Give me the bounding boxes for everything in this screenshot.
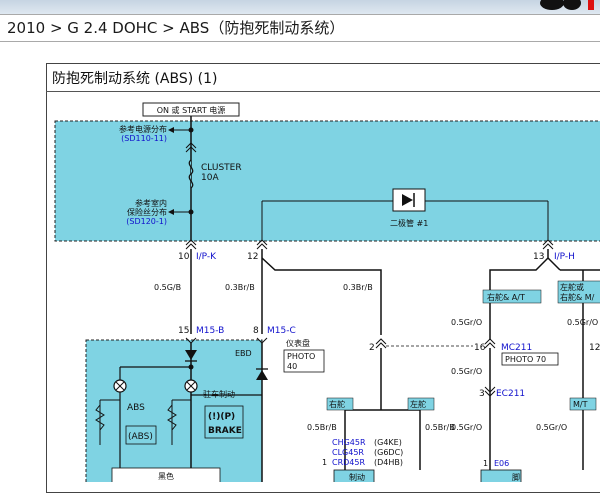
connector-chg45r-sub: (G4KE) xyxy=(374,438,402,447)
pin-10: 10 xyxy=(178,252,190,262)
pin-2: 2 xyxy=(369,343,375,353)
ref-power-1-label: 参考电源分布 xyxy=(119,124,167,134)
connector-ec211: EC211 xyxy=(496,389,525,399)
wire-03brb-label-a: 0.3Br/B xyxy=(225,283,255,292)
wire-05gro-label-a: 0.5Gr/O xyxy=(451,318,482,327)
wiring-diagram: ON 或 START 电源 参考电源分布 (SD110-11) CLUSTER … xyxy=(54,102,600,482)
wire-05gb-label: 0.5G/B xyxy=(154,283,181,292)
brake-switch-label: 制动 xyxy=(349,472,365,482)
connector-m15b: M15-B xyxy=(196,326,224,336)
connector-chg45r: CHG45R xyxy=(332,438,366,447)
ref-power-2b-label: 保险丝分布 xyxy=(127,207,167,217)
pin-1b: 1 xyxy=(483,459,488,468)
connector-icon xyxy=(484,342,496,349)
wire-05gro-label-b: 0.5Gr/O xyxy=(567,318,598,327)
pin-12: 12 xyxy=(247,252,258,262)
wire-05gro-label-c: 0.5Gr/O xyxy=(451,367,482,376)
lhd-mt-label: 左舵或 xyxy=(560,282,584,292)
cluster-fuse-amp: 10A xyxy=(201,173,219,183)
ref-power-1-code: (SD110-11) xyxy=(121,134,167,143)
wire-05brb-label-a: 0.5Br/B xyxy=(307,423,337,432)
pin-13: 13 xyxy=(533,252,544,262)
pin-12b: 12 xyxy=(589,343,600,353)
rhd-label: 右舵 xyxy=(329,399,345,409)
brake-icon-symbol: (!)(P) xyxy=(208,412,235,422)
connector-icon xyxy=(375,342,387,349)
mt-label: M/T xyxy=(573,400,588,409)
connector-clg45r-sub: (G6DC) xyxy=(374,448,403,457)
park-brake-label: 驻车制动 xyxy=(203,389,235,399)
abs-icon-label: (ABS) xyxy=(128,432,153,442)
connector-icon xyxy=(256,243,268,250)
lhd-label: 左舵 xyxy=(410,399,426,409)
lhd-mt-label-2: 右舵& M/ xyxy=(560,292,595,302)
wire-brb-right xyxy=(261,257,382,335)
photo-70-label: PHOTO 70 xyxy=(505,355,546,364)
cluster-fuse-label: CLUSTER xyxy=(201,163,242,173)
pedal-switch-label: 脚 xyxy=(512,472,520,482)
pin-1a: 1 xyxy=(322,458,327,467)
photo-40-label: 40 xyxy=(287,362,297,371)
diode-label: 二极管 #1 xyxy=(390,218,428,228)
connector-ipk: I/P-K xyxy=(196,252,217,262)
pin-16: 16 xyxy=(474,343,486,353)
ebd-label: EBD xyxy=(235,349,252,358)
connector-mc211: MC211 xyxy=(501,343,532,353)
connector-e06: E06 xyxy=(494,459,509,468)
abs-lamp-label: ABS xyxy=(127,403,145,413)
connector-icon xyxy=(185,243,197,250)
ref-power-2-code: (SD120-1) xyxy=(126,217,167,226)
photo-label: PHOTO xyxy=(287,352,315,361)
ref-power-2a-label: 参考室内 xyxy=(135,198,167,208)
connector-clg45r: CLG45R xyxy=(332,448,364,457)
wire-05gro-label-d: 0.5Gr/O xyxy=(451,423,482,432)
pin-8: 8 xyxy=(253,326,259,336)
pin-15: 15 xyxy=(178,326,189,336)
connector-crd45r: CRD45R xyxy=(332,458,365,467)
power-source-label: ON 或 START 电源 xyxy=(157,105,226,115)
wire-03brb-label-b: 0.3Br/B xyxy=(343,283,373,292)
bottom-mid-label: 黑色 xyxy=(158,471,174,481)
wire-05gro-label-e: 0.5Gr/O xyxy=(536,423,567,432)
connector-m15c: M15-C xyxy=(267,326,296,336)
rhd-at-label: 右舵& A/T xyxy=(487,292,525,302)
cluster-cn-label: 仪表盘 xyxy=(286,338,310,348)
pin-3: 3 xyxy=(479,389,485,399)
connector-icon xyxy=(542,243,554,250)
connector-iph: I/P-H xyxy=(554,252,575,262)
brake-icon-label: BRAKE xyxy=(208,426,242,436)
connector-crd45r-sub: (D4HB) xyxy=(374,458,403,467)
